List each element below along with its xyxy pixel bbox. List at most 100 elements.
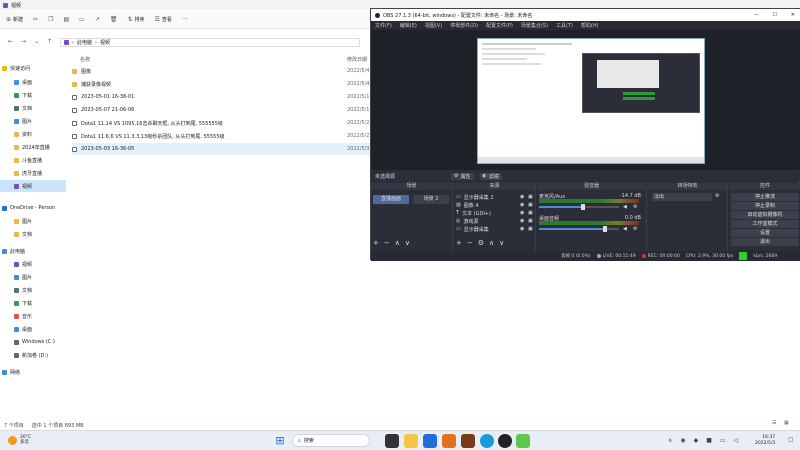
tray-app-icon[interactable]: ◆	[694, 437, 699, 444]
eye-icon[interactable]: ◉	[520, 218, 524, 224]
weather-widget[interactable]: 26°C 多云	[8, 435, 31, 445]
nav-item[interactable]: 此电脑	[0, 245, 66, 257]
file-explorer-icon[interactable]	[404, 434, 418, 448]
game-app-icon[interactable]	[461, 434, 475, 448]
back-arrow-icon[interactable]: ←	[8, 38, 13, 45]
share-icon[interactable]: ↗	[95, 16, 100, 23]
move-down-icon[interactable]: ∨	[405, 239, 410, 247]
nav-item[interactable]: 新加卷 (D:)	[0, 349, 66, 361]
scene-item-live[interactable]: 直播画面	[373, 195, 409, 204]
nav-item[interactable]: 视频	[0, 180, 66, 192]
nav-item[interactable]: 下载	[0, 297, 66, 309]
nav-item[interactable]: Windows (C:)	[0, 336, 66, 348]
column-header-name[interactable]: 名称	[80, 56, 90, 63]
forward-arrow-icon[interactable]: →	[21, 38, 26, 45]
obs-menu-item[interactable]: 编辑(E)	[400, 22, 417, 29]
source-item[interactable]: ▨ 图像 4 ◉ ▣	[456, 201, 536, 209]
add-icon[interactable]: +	[373, 239, 379, 247]
obs-taskbar-icon[interactable]	[498, 434, 512, 448]
control-button[interactable]: 设置	[731, 229, 799, 237]
file-row[interactable]: 捕获录像视频	[72, 78, 372, 90]
eye-icon[interactable]: ◉	[520, 210, 524, 216]
volume-slider-handle[interactable]	[581, 204, 585, 210]
control-button[interactable]: 停止录制	[731, 202, 799, 210]
move-up-icon[interactable]: ∧	[395, 239, 400, 247]
more-icon[interactable]: ···	[182, 16, 188, 23]
edge-browser-icon[interactable]	[480, 434, 494, 448]
obs-menu-item[interactable]: 工具(T)	[556, 22, 573, 29]
source-item[interactable]: T 文本 (GDI+) ◉ ▣	[456, 209, 536, 217]
control-button[interactable]: 启动虚拟摄像机	[731, 211, 799, 219]
lock-icon[interactable]: ▣	[528, 194, 533, 200]
file-row[interactable]: Dota1 11.6.6 VS 11.3.3,13级秒杀团队, 从头打到尾, 5…	[72, 130, 372, 142]
control-button[interactable]: 退出	[731, 238, 799, 246]
copy-icon[interactable]: ❐	[48, 16, 53, 23]
chevron-down-icon[interactable]: ⌄	[34, 38, 39, 45]
volume-icon[interactable]: ◁	[734, 437, 739, 444]
clock[interactable]: 16:37 2022/5/3	[755, 435, 775, 446]
breadcrumb-videos[interactable]: 视频	[100, 39, 110, 46]
file-row[interactable]: Dota1 11.14 VS 1095,16击杀聊天框, 从头打到尾, 5555…	[72, 117, 372, 129]
control-button[interactable]: 工作室模式	[731, 220, 799, 228]
nav-item[interactable]: 资料	[0, 128, 66, 140]
address-bar[interactable]: › 此电脑 › 视频	[60, 38, 360, 47]
task-view-icon[interactable]	[385, 434, 399, 448]
mail-icon[interactable]	[423, 434, 437, 448]
close-icon[interactable]: ✕	[791, 12, 795, 18]
volume-slider[interactable]	[539, 206, 619, 208]
move-down-icon[interactable]: ∨	[499, 239, 504, 247]
volume-slider-handle[interactable]	[602, 226, 607, 232]
file-row[interactable]: 2023-05-07 21-06-06	[72, 104, 372, 116]
network-icon[interactable]: ▭	[720, 437, 726, 444]
speaker-icon[interactable]: ◀	[623, 226, 627, 232]
remove-icon[interactable]: −	[384, 239, 390, 247]
nav-item[interactable]: 图片	[0, 115, 66, 127]
nav-item[interactable]: 图片	[0, 215, 66, 227]
file-row[interactable]: 图像	[72, 65, 372, 77]
tiles-view-icon[interactable]: ▦	[784, 420, 789, 426]
file-row[interactable]: 2023-05-03 16-36-05	[72, 143, 372, 155]
properties-button[interactable]: ⚙ 属性	[451, 172, 474, 180]
obs-menu-item[interactable]: 配置文件(P)	[486, 22, 513, 29]
source-item[interactable]: ▭ 显示器采集 ◉ ▣	[456, 225, 536, 233]
control-button[interactable]: 停止推流	[731, 193, 799, 201]
lock-icon[interactable]: ▣	[528, 202, 533, 208]
cut-icon[interactable]: ✂	[33, 16, 38, 23]
obs-menu-item[interactable]: 帮助(H)	[581, 22, 599, 29]
nav-item[interactable]: 桌面	[0, 76, 66, 88]
tray-app-icon[interactable]: ◉	[680, 437, 685, 444]
notification-icon[interactable]: ▢	[788, 436, 794, 443]
column-header-date[interactable]: 修改日期	[347, 56, 367, 63]
nav-item[interactable]: 虎牙直播	[0, 167, 66, 179]
nav-item[interactable]: 快速访问	[0, 62, 66, 74]
volume-slider[interactable]	[539, 228, 619, 230]
obs-menu-item[interactable]: 场景集合(S)	[521, 22, 548, 29]
up-arrow-icon[interactable]: ↑	[47, 38, 52, 45]
nav-item[interactable]: 文档	[0, 102, 66, 114]
delete-icon[interactable]: 🗑	[110, 16, 118, 23]
taskbar-search[interactable]: ⌕ 搜索	[292, 434, 370, 447]
filters-button[interactable]: ◐ 滤镜	[479, 172, 502, 180]
rename-icon[interactable]: ▭	[79, 16, 85, 23]
eye-icon[interactable]: ◉	[520, 202, 524, 208]
nav-item[interactable]: 图片	[0, 271, 66, 283]
gear-icon[interactable]: ⚙	[478, 239, 484, 247]
nav-item[interactable]: 网络	[0, 366, 66, 378]
details-view-icon[interactable]: ☰	[772, 420, 776, 426]
lock-icon[interactable]: ▣	[528, 210, 533, 216]
add-icon[interactable]: +	[456, 239, 462, 247]
breadcrumb-this-pc[interactable]: 此电脑	[77, 39, 92, 46]
chevron-up-icon[interactable]: ∧	[668, 437, 672, 444]
transition-select[interactable]: 淡出	[652, 193, 712, 201]
paste-icon[interactable]: ▤	[63, 16, 69, 23]
scene-item-2[interactable]: 场景 2	[413, 195, 449, 204]
nav-item[interactable]: 下载	[0, 89, 66, 101]
nav-item[interactable]: 文档	[0, 284, 66, 296]
lock-icon[interactable]: ▣	[528, 218, 533, 224]
gear-icon[interactable]: ⚙	[633, 204, 637, 210]
remove-icon[interactable]: −	[467, 239, 473, 247]
speaker-icon[interactable]: ◀	[623, 204, 627, 210]
nav-item[interactable]: 文档	[0, 228, 66, 240]
nav-item[interactable]: 桌面	[0, 323, 66, 335]
app-icon[interactable]	[516, 434, 530, 448]
